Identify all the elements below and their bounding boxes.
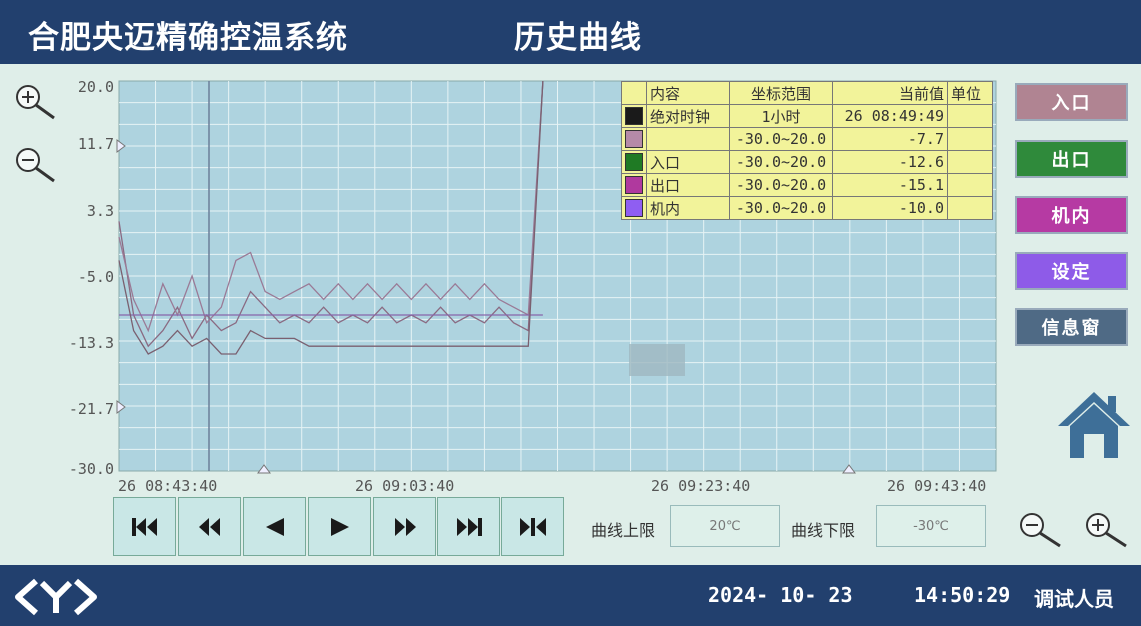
legend-row-name: 入口 [646, 150, 730, 174]
step-backward-button[interactable] [243, 497, 306, 556]
upper-limit-input[interactable]: 20℃ [670, 505, 780, 547]
legend-row-name: 绝对时钟 [646, 104, 730, 128]
home-icon[interactable] [1054, 388, 1134, 460]
legend-row-unit [947, 173, 993, 197]
step-forward-button[interactable] [308, 497, 371, 556]
legend-row-value: -10.0 [832, 196, 948, 220]
legend-row-value: -7.7 [832, 127, 948, 151]
color-swatch [625, 130, 643, 148]
legend-row-unnamed[interactable]: -30.0~20.0 -7.7 [621, 127, 993, 151]
color-swatch [625, 176, 643, 194]
legend-row-unit [947, 104, 993, 128]
fast-backward-button[interactable] [178, 497, 241, 556]
time-zoom-in-icon[interactable] [1082, 510, 1132, 550]
jump-to-end-button[interactable] [437, 497, 500, 556]
fast-backward-icon [198, 517, 220, 536]
x-tick-label: 26 09:03:40 [355, 477, 455, 495]
legend-row-name [646, 127, 730, 151]
legend-row-range: 1小时 [729, 104, 833, 128]
legend-header: 内容 坐标范围 当前值 单位 [621, 81, 993, 105]
fast-forward-icon [394, 517, 416, 536]
legend-row-unit [947, 196, 993, 220]
legend-row-range: -30.0~20.0 [729, 173, 833, 197]
legend-table: 内容 坐标范围 当前值 单位 绝对时钟 1小时 26 08:49:49 -30.… [621, 81, 993, 220]
legend-row-value: -15.1 [832, 173, 948, 197]
color-swatch [625, 153, 643, 171]
x-tick-label: 26 08:43:40 [118, 477, 218, 495]
status-bar: 2024- 10- 23 14:50:29 调试人员 [0, 565, 1141, 626]
legend-row-clock[interactable]: 绝对时钟 1小时 26 08:49:49 [621, 104, 993, 128]
skip-last-icon [456, 517, 482, 536]
time-zoom-out-icon[interactable] [1016, 510, 1066, 550]
jump-to-start-button[interactable] [113, 497, 176, 556]
skip-center-icon [519, 517, 546, 536]
current-date: 2024- 10- 23 [708, 583, 853, 607]
legend-header-value: 当前值 [832, 81, 948, 105]
setpoint-button[interactable]: 设定 [1015, 252, 1128, 290]
step-backward-icon [265, 517, 284, 536]
legend-row-unit [947, 127, 993, 151]
fast-forward-button[interactable] [373, 497, 436, 556]
legend-header-unit: 单位 [947, 81, 993, 105]
current-time: 14:50:29 [914, 583, 1011, 607]
legend-row-internal[interactable]: 机内 -30.0~20.0 -10.0 [621, 196, 993, 220]
inlet-button[interactable]: 入口 [1015, 83, 1128, 121]
legend-row-inlet[interactable]: 入口 -30.0~20.0 -12.6 [621, 150, 993, 174]
legend-row-name: 机内 [646, 196, 730, 220]
legend-row-range: -30.0~20.0 [729, 150, 833, 174]
jump-to-now-button[interactable] [501, 497, 564, 556]
company-logo-icon [15, 578, 97, 616]
x-tick-label: 26 09:43:40 [887, 477, 987, 495]
step-forward-icon [330, 517, 349, 536]
legend-row-name: 出口 [646, 173, 730, 197]
legend-row-unit [947, 150, 993, 174]
legend-row-value: 26 08:49:49 [832, 104, 948, 128]
x-tick-label: 26 09:23:40 [651, 477, 751, 495]
lower-limit-input[interactable]: -30℃ [876, 505, 986, 547]
legend-row-range: -30.0~20.0 [729, 127, 833, 151]
legend-row-outlet[interactable]: 出口 -30.0~20.0 -15.1 [621, 173, 993, 197]
legend-header-range: 坐标范围 [729, 81, 833, 105]
legend-header-content: 内容 [646, 81, 730, 105]
outlet-button[interactable]: 出口 [1015, 140, 1128, 178]
info-window-button[interactable]: 信息窗 [1015, 308, 1128, 346]
skip-first-icon [131, 517, 157, 536]
upper-limit-label: 曲线上限 [591, 521, 656, 540]
current-user[interactable]: 调试人员 [1034, 583, 1114, 612]
color-swatch [625, 107, 643, 125]
legend-row-value: -12.6 [832, 150, 948, 174]
placeholder-block [629, 344, 685, 376]
lower-limit-label: 曲线下限 [791, 521, 856, 540]
internal-button[interactable]: 机内 [1015, 196, 1128, 234]
legend-row-range: -30.0~20.0 [729, 196, 833, 220]
color-swatch [625, 199, 643, 217]
